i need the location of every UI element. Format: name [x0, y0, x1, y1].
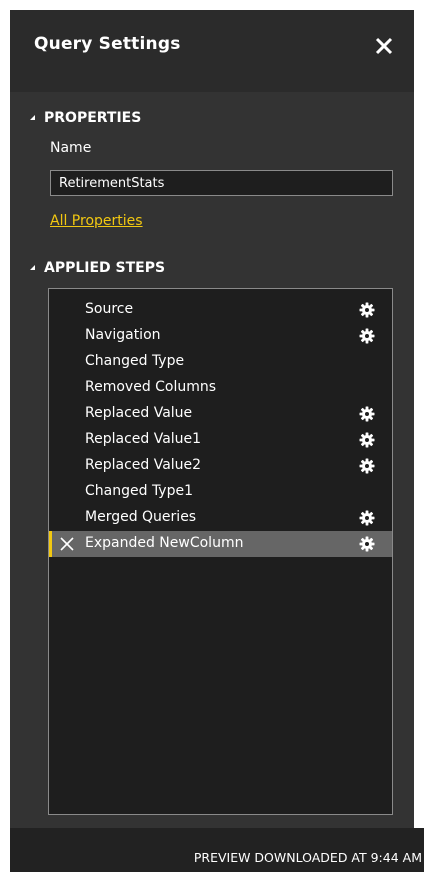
gear-icon[interactable] — [358, 509, 376, 527]
gear-icon[interactable] — [358, 457, 376, 475]
step-label: Changed Type — [85, 353, 185, 369]
pane-header: Query Settings — [10, 10, 414, 92]
gear-icon[interactable] — [358, 535, 376, 553]
step-label: Navigation — [85, 327, 161, 343]
step-changed-type[interactable]: Changed Type — [49, 349, 392, 375]
properties-heading: PROPERTIES — [44, 110, 142, 126]
step-label: Replaced Value — [85, 405, 193, 421]
step-replaced-value2[interactable]: Replaced Value2 — [49, 453, 392, 479]
query-name-input[interactable] — [50, 170, 393, 196]
step-replaced-value1[interactable]: Replaced Value1 — [49, 427, 392, 453]
all-properties-link[interactable]: All Properties — [50, 213, 143, 229]
applied-steps-section-header[interactable]: APPLIED STEPS — [30, 260, 165, 276]
name-label: Name — [50, 140, 92, 156]
step-expanded-newcolumn[interactable]: Expanded NewColumn — [49, 531, 392, 557]
close-icon — [375, 37, 393, 55]
step-merged-queries[interactable]: Merged Queries — [49, 505, 392, 531]
step-navigation[interactable]: Navigation — [49, 323, 392, 349]
status-bar: PREVIEW DOWNLOADED AT 9:44 AM — [10, 828, 424, 872]
step-label: Replaced Value2 — [85, 457, 202, 473]
step-label: Changed Type1 — [85, 483, 194, 499]
step-replaced-value[interactable]: Replaced Value — [49, 401, 392, 427]
collapse-triangle-icon — [30, 264, 35, 270]
step-label: Source — [85, 301, 134, 317]
step-label: Merged Queries — [85, 509, 197, 525]
delete-x-icon[interactable] — [59, 536, 75, 552]
gear-icon[interactable] — [358, 431, 376, 449]
query-settings-pane: Query Settings PROPERTIES Name All Prope… — [10, 10, 414, 828]
pane-title: Query Settings — [34, 34, 181, 54]
step-source[interactable]: Source — [49, 297, 392, 323]
collapse-triangle-icon — [30, 114, 35, 120]
status-text: PREVIEW DOWNLOADED AT 9:44 AM — [193, 850, 422, 865]
applied-steps-heading: APPLIED STEPS — [44, 260, 166, 276]
step-label: Expanded NewColumn — [85, 535, 244, 551]
properties-section-header[interactable]: PROPERTIES — [30, 110, 141, 126]
close-button[interactable] — [370, 32, 398, 60]
step-label: Replaced Value1 — [85, 431, 202, 447]
gear-icon[interactable] — [358, 301, 376, 319]
gear-icon[interactable] — [358, 327, 376, 345]
gear-icon[interactable] — [358, 405, 376, 423]
step-removed-columns[interactable]: Removed Columns — [49, 375, 392, 401]
step-label: Removed Columns — [85, 379, 217, 395]
selected-indicator — [49, 531, 52, 557]
step-changed-type1[interactable]: Changed Type1 — [49, 479, 392, 505]
applied-steps-list: Source Navigation Changed Type Removed C… — [48, 288, 393, 815]
